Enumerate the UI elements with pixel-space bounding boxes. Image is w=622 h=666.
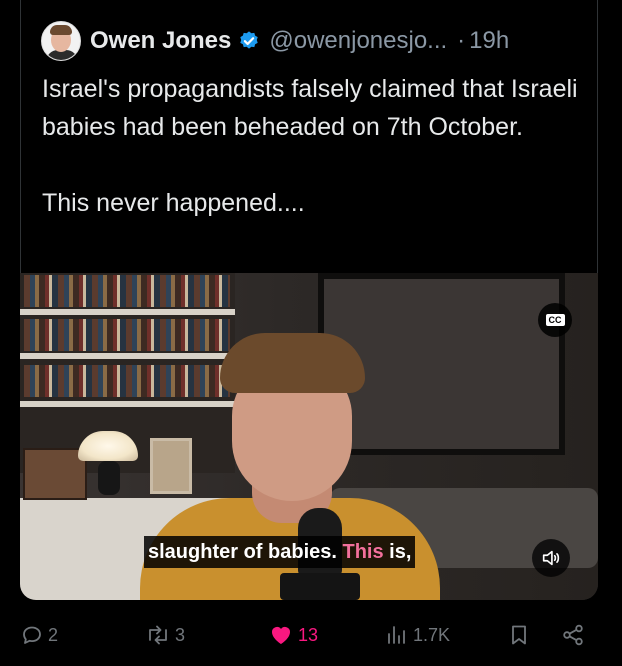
views-count: 1.7K xyxy=(413,624,451,645)
views-chart-icon xyxy=(388,626,405,644)
share-icon xyxy=(563,624,583,646)
like-heart-icon xyxy=(272,627,290,644)
reply-icon xyxy=(23,626,41,644)
author-name[interactable]: Owen Jones xyxy=(90,27,231,55)
bookmark-button[interactable] xyxy=(507,615,531,655)
author-handle[interactable]: @owenjonesjo... xyxy=(269,27,447,55)
separator-dot: · xyxy=(457,27,466,54)
caption-highlight: This xyxy=(342,541,384,563)
tweet-paragraph-1: Israel's propagandists falsely claimed t… xyxy=(42,75,578,141)
video-player[interactable]: CC slaughter of babies. This is, xyxy=(20,273,598,600)
like-button[interactable]: 13 xyxy=(268,615,318,655)
repost-count: 3 xyxy=(175,624,186,645)
photo-frame xyxy=(150,438,192,494)
caption-text: slaughter of babies. xyxy=(148,541,343,563)
repost-button[interactable]: 3 xyxy=(145,615,185,655)
views-button[interactable]: 1.7K xyxy=(385,615,450,655)
volume-icon[interactable] xyxy=(532,539,570,577)
timestamp[interactable]: 19h xyxy=(469,27,509,55)
tweet-header: Owen Jones @owenjonesjo... · 19h xyxy=(41,20,509,62)
like-count: 13 xyxy=(298,624,319,645)
verified-badge-icon xyxy=(240,31,259,49)
reply-count: 2 xyxy=(48,624,59,645)
tweet-paragraph-2: This never happened.... xyxy=(42,189,305,217)
caption-text-end: is, xyxy=(383,541,412,563)
bookmark-icon xyxy=(512,625,526,645)
action-bar: 2 3 13 1.7K xyxy=(0,615,622,655)
avatar[interactable] xyxy=(41,21,81,61)
share-button[interactable] xyxy=(561,615,585,655)
cc-label: CC xyxy=(545,314,565,326)
closed-captions-icon[interactable]: CC xyxy=(538,303,572,337)
repost-icon xyxy=(149,625,167,645)
reply-button[interactable]: 2 xyxy=(20,615,58,655)
video-caption: slaughter of babies. This is, xyxy=(144,536,416,568)
tweet-text: Israel's propagandists falsely claimed t… xyxy=(42,70,592,222)
